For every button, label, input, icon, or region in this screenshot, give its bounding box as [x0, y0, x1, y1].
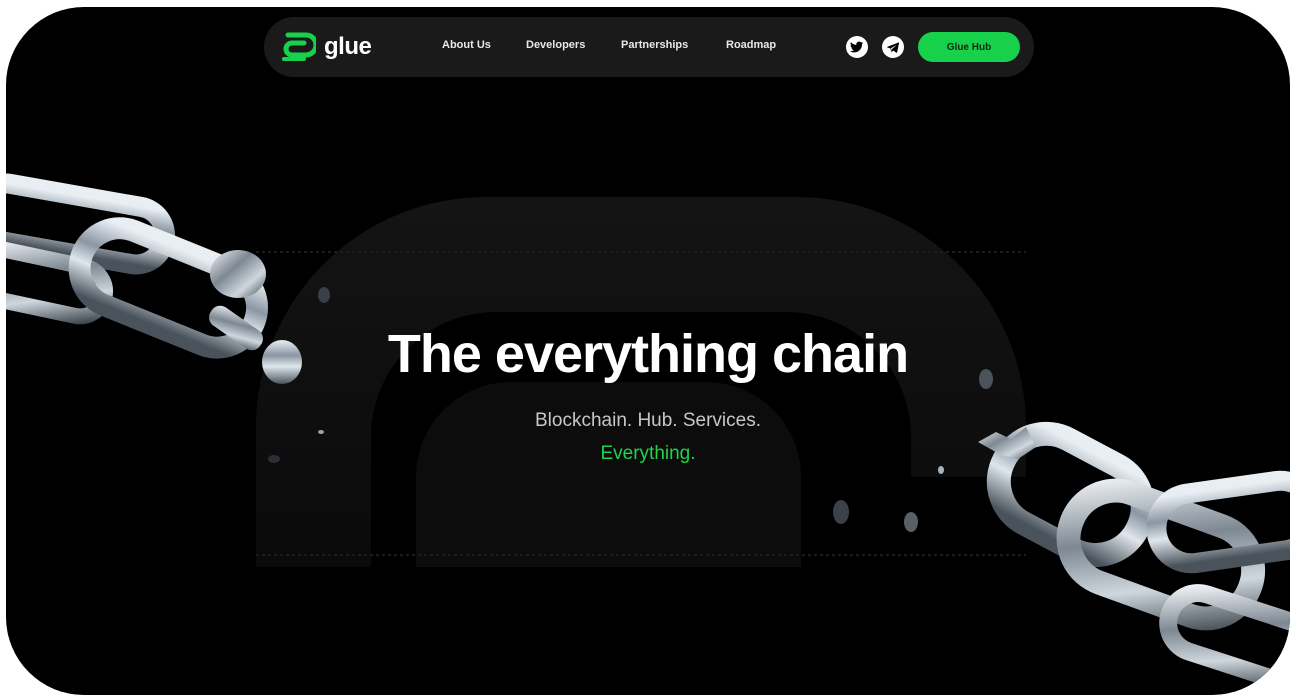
telegram-button[interactable]	[882, 36, 904, 58]
nav-link-about-us[interactable]: About Us	[442, 39, 491, 51]
twitter-button[interactable]	[846, 36, 868, 58]
hero-title: The everything chain	[387, 324, 909, 384]
glue-logo-icon	[282, 32, 316, 61]
hero-accent-text: Everything.	[600, 443, 696, 464]
nav-link-partnerships[interactable]: Partnerships	[621, 39, 688, 51]
twitter-icon	[850, 41, 863, 53]
brand-name: glue	[324, 33, 372, 60]
nav-link-roadmap[interactable]: Roadmap	[726, 39, 776, 51]
hero-frame: glue About Us Developers Partnerships Ro…	[6, 7, 1290, 695]
glue-hub-button[interactable]: Glue Hub	[918, 32, 1020, 62]
hero-subtitle: Blockchain. Hub. Services.	[535, 410, 761, 431]
top-navigation: glue About Us Developers Partnerships Ro…	[264, 17, 1034, 77]
telegram-icon	[887, 41, 899, 53]
nav-link-developers[interactable]: Developers	[526, 39, 585, 51]
brand-logo[interactable]: glue	[280, 29, 372, 65]
